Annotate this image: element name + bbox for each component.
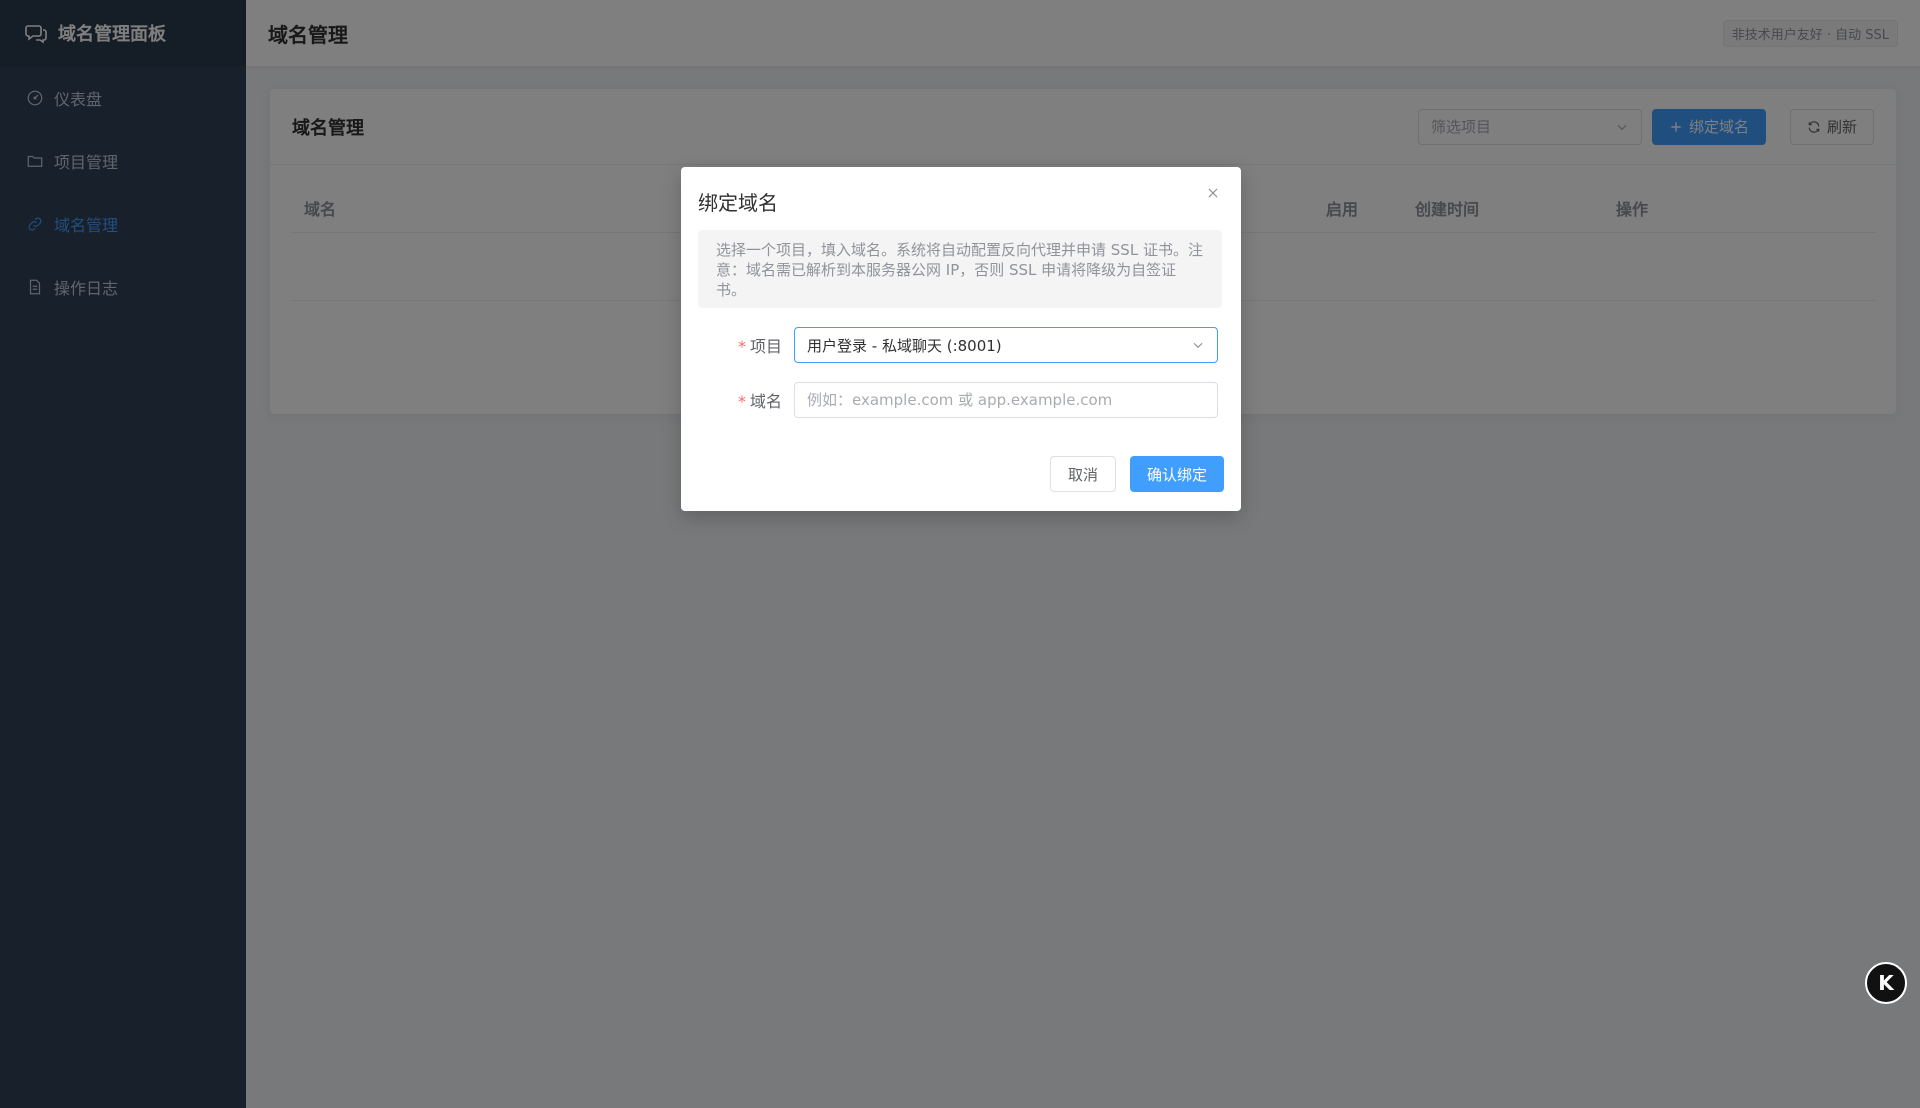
project-label: * 项目 [698, 333, 794, 357]
cancel-button[interactable]: 取消 [1049, 456, 1116, 492]
required-asterisk: * [737, 392, 746, 411]
info-alert: 选择一个项目，填入域名。系统将自动配置反向代理并申请 SSL 证书。注意：域名需… [698, 230, 1222, 308]
dialog-footer: 取消 确认绑定 [1049, 456, 1224, 492]
close-icon[interactable] [1203, 183, 1223, 203]
project-selected-value: 用户登录 - 私域聊天 (:8001) [807, 336, 1002, 355]
domain-form-row: * 域名 [698, 382, 1222, 418]
project-select[interactable]: 用户登录 - 私域聊天 (:8001) [794, 327, 1218, 363]
floating-assistant-button[interactable]: K [1865, 962, 1907, 1004]
bind-domain-dialog: 绑定域名 选择一个项目，填入域名。系统将自动配置反向代理并申请 SSL 证书。注… [681, 167, 1241, 511]
project-label-text: 项目 [749, 337, 782, 356]
domain-label-text: 域名 [749, 392, 782, 411]
required-asterisk: * [737, 337, 746, 356]
project-form-row: * 项目 用户登录 - 私域聊天 (:8001) [698, 327, 1222, 363]
domain-label: * 域名 [698, 388, 794, 412]
domain-input[interactable] [794, 382, 1218, 418]
chevron-down-icon [1191, 338, 1205, 352]
dialog-title: 绑定域名 [698, 191, 778, 215]
confirm-bind-button[interactable]: 确认绑定 [1129, 456, 1224, 492]
